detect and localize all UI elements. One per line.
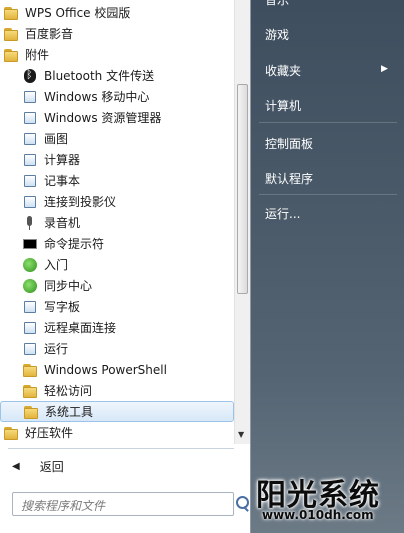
scroll-down-arrow-icon[interactable]: ▼: [238, 430, 244, 439]
program-item-label: 连接到投影仪: [44, 195, 117, 209]
program-item[interactable]: 录音机: [0, 212, 234, 233]
right-item-favorites[interactable]: 收藏夹: [265, 62, 301, 79]
start-menu: WPS Office 校园版百度影音附件 Bluetooth 文件传送 Window…: [0, 0, 404, 533]
program-item-label: WPS Office 校园版: [25, 6, 131, 20]
program-item-label: 附件: [25, 48, 50, 62]
notepad-icon: [22, 173, 38, 189]
program-item[interactable]: Windows 移动中心: [0, 86, 234, 107]
submenu-arrow-icon: ▶: [381, 64, 388, 74]
wordpad-icon: [22, 299, 38, 315]
scrollbar-thumb[interactable]: [237, 84, 248, 294]
all-programs-list: WPS Office 校园版百度影音附件 Bluetooth 文件传送 Window…: [0, 0, 234, 444]
right-item-run[interactable]: 运行...: [265, 205, 300, 222]
program-item[interactable]: 系统工具: [0, 401, 234, 422]
program-item-label: 记事本: [44, 174, 81, 188]
back-button[interactable]: ◀ 返回: [0, 454, 234, 478]
right-menu-panel: 音乐 游戏 收藏夹 ▶ 计算机 控制面板 默认程序 运行...: [251, 0, 404, 533]
right-item-music[interactable]: 音乐: [265, 0, 289, 8]
program-item[interactable]: 附件: [0, 44, 234, 65]
microphone-icon: [22, 215, 38, 231]
bluetooth-icon: [22, 68, 38, 84]
program-item[interactable]: Bluetooth 文件传送: [0, 65, 234, 86]
program-item-label: 命令提示符: [44, 237, 105, 251]
panel-divider: [8, 448, 234, 449]
back-arrow-icon: ◀: [12, 460, 20, 472]
program-item-label: Windows 资源管理器: [44, 111, 162, 125]
program-item[interactable]: 写字板: [0, 296, 234, 317]
folder-icon: [3, 5, 19, 21]
command-prompt-icon: [22, 236, 38, 252]
program-item[interactable]: 画图: [0, 128, 234, 149]
programs-panel: WPS Office 校园版百度影音附件 Bluetooth 文件传送 Window…: [0, 0, 251, 533]
mobility-center-icon: [22, 89, 38, 105]
explorer-icon: [22, 110, 38, 126]
program-item-label: 百度影音: [25, 27, 74, 41]
program-item[interactable]: 运行: [0, 338, 234, 359]
program-item-label: 入门: [44, 258, 69, 272]
program-item[interactable]: 轻松访问: [0, 380, 234, 401]
program-item[interactable]: WPS Office 校园版: [0, 2, 234, 23]
program-list-scrollbar[interactable]: ▼: [234, 0, 250, 444]
folder-icon: [22, 362, 38, 378]
program-item-label: 远程桌面连接: [44, 321, 117, 335]
sync-center-icon: [22, 278, 38, 294]
getting-started-icon: [22, 257, 38, 273]
right-item-default-programs[interactable]: 默认程序: [265, 170, 313, 187]
folder-icon: [3, 26, 19, 42]
program-item-label: Bluetooth 文件传送: [44, 69, 155, 83]
watermark-url: www.010dh.com: [262, 508, 374, 522]
program-item[interactable]: 入门: [0, 254, 234, 275]
program-item-label: 画图: [44, 132, 69, 146]
remote-desktop-icon: [22, 320, 38, 336]
calculator-icon: [22, 152, 38, 168]
program-item[interactable]: 好压软件: [0, 422, 234, 443]
program-item-label: 写字板: [44, 300, 81, 314]
program-item-label: 系统工具: [45, 405, 94, 419]
program-item-label: 录音机: [44, 216, 81, 230]
folder-open-icon: [3, 47, 19, 63]
right-item-computer[interactable]: 计算机: [265, 97, 301, 114]
folder-icon: [23, 404, 39, 420]
search-input[interactable]: 搜索程序和文件: [12, 492, 234, 516]
folder-icon: [3, 425, 19, 441]
program-item[interactable]: Windows 资源管理器: [0, 107, 234, 128]
program-item-label: Windows PowerShell: [44, 362, 167, 377]
projector-icon: [22, 194, 38, 210]
program-item[interactable]: 记事本: [0, 170, 234, 191]
program-item[interactable]: 同步中心: [0, 275, 234, 296]
program-item-label: 轻松访问: [44, 384, 93, 398]
program-item[interactable]: 命令提示符: [0, 233, 234, 254]
program-item[interactable]: 远程桌面连接: [0, 317, 234, 338]
program-item-label: 同步中心: [44, 279, 93, 293]
program-item[interactable]: 百度影音: [0, 23, 234, 44]
paint-icon: [22, 131, 38, 147]
program-item-label: 计算器: [44, 153, 81, 167]
right-separator: [259, 194, 397, 195]
right-item-games[interactable]: 游戏: [265, 26, 289, 43]
right-item-control-panel[interactable]: 控制面板: [265, 135, 313, 152]
program-item[interactable]: 连接到投影仪: [0, 191, 234, 212]
search-icon[interactable]: [234, 494, 250, 514]
run-icon: [22, 341, 38, 357]
right-separator: [259, 122, 397, 123]
program-item-label: Windows 移动中心: [44, 90, 150, 104]
back-label: 返回: [39, 459, 64, 474]
program-item-label: 好压软件: [25, 426, 74, 440]
folder-icon: [22, 383, 38, 399]
program-item-label: 运行: [44, 342, 69, 356]
program-item[interactable]: 计算器: [0, 149, 234, 170]
program-item[interactable]: Windows PowerShell: [0, 359, 234, 380]
